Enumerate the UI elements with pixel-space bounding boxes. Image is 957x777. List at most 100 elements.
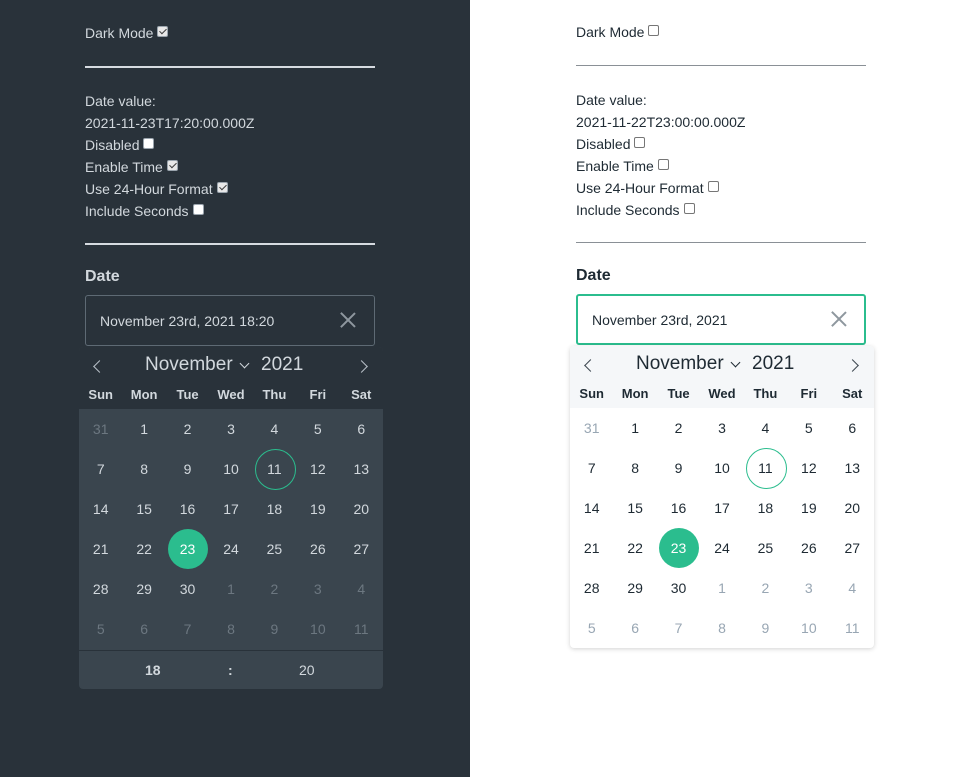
calendar-day[interactable]: 1 [613, 408, 656, 448]
calendar-day[interactable]: 3 [296, 569, 339, 609]
calendar-day[interactable]: 8 [700, 608, 743, 648]
calendar-day[interactable]: 4 [744, 408, 787, 448]
calendar-day[interactable]: 23 [657, 528, 700, 568]
calendar-day[interactable]: 31 [570, 408, 613, 448]
calendar-day[interactable]: 29 [613, 568, 656, 608]
calendar-day[interactable]: 15 [122, 489, 165, 529]
calendar-day[interactable]: 6 [122, 609, 165, 649]
dark-mode-checkbox[interactable] [157, 26, 169, 37]
calendar-day[interactable]: 4 [340, 569, 383, 609]
calendar-day[interactable]: 7 [166, 609, 209, 649]
calendar-day[interactable]: 31 [79, 409, 122, 449]
calendar-day[interactable]: 6 [613, 608, 656, 648]
calendar-day[interactable]: 3 [700, 408, 743, 448]
dark-mode-toggle[interactable]: Dark Mode [85, 25, 169, 41]
include-seconds-option[interactable]: Include Seconds [85, 203, 204, 219]
enable-time-option[interactable]: Enable Time [85, 159, 178, 175]
calendar-day[interactable]: 17 [700, 488, 743, 528]
use-24h-option[interactable]: Use 24-Hour Format [576, 180, 719, 196]
minute-input[interactable]: 20 [299, 662, 315, 678]
calendar-day[interactable]: 19 [296, 489, 339, 529]
calendar-day[interactable]: 2 [253, 569, 296, 609]
calendar-day[interactable]: 10 [209, 449, 252, 489]
calendar-day[interactable]: 27 [831, 528, 874, 568]
prev-month-icon[interactable] [582, 358, 596, 372]
calendar-day[interactable]: 6 [831, 408, 874, 448]
calendar-day[interactable]: 13 [831, 448, 874, 488]
calendar-day[interactable]: 5 [787, 408, 830, 448]
use-24h-checkbox[interactable] [707, 181, 719, 192]
calendar-day[interactable]: 12 [296, 449, 339, 489]
calendar-day[interactable]: 11 [253, 449, 297, 490]
calendar-day[interactable]: 5 [570, 608, 613, 648]
next-month-icon[interactable] [357, 359, 371, 373]
calendar-day[interactable]: 4 [831, 568, 874, 608]
calendar-day[interactable]: 7 [657, 608, 700, 648]
include-seconds-checkbox[interactable] [683, 203, 695, 214]
calendar-day[interactable]: 24 [700, 528, 743, 568]
calendar-day[interactable]: 4 [253, 409, 296, 449]
calendar-day[interactable]: 8 [122, 449, 165, 489]
calendar-day[interactable]: 10 [296, 609, 339, 649]
calendar-day[interactable]: 14 [570, 488, 613, 528]
prev-month-icon[interactable] [91, 359, 105, 373]
calendar-day[interactable]: 12 [787, 448, 830, 488]
calendar-day[interactable]: 26 [296, 529, 339, 569]
calendar-day[interactable]: 13 [340, 449, 383, 489]
calendar-day[interactable]: 20 [831, 488, 874, 528]
calendar-day[interactable]: 1 [122, 409, 165, 449]
hour-input[interactable]: 18 [145, 662, 161, 678]
calendar-day[interactable]: 16 [657, 488, 700, 528]
calendar-day[interactable]: 9 [166, 449, 209, 489]
disabled-checkbox[interactable] [143, 138, 155, 149]
date-input[interactable]: November 23rd, 2021 18:20 [85, 295, 375, 346]
year-input[interactable]: 2021 [752, 353, 794, 375]
disabled-option[interactable]: Disabled [85, 137, 155, 153]
calendar-day[interactable]: 7 [570, 448, 613, 488]
calendar-day[interactable]: 18 [744, 488, 787, 528]
calendar-day[interactable]: 10 [700, 448, 743, 488]
calendar-day[interactable]: 8 [613, 448, 656, 488]
date-input[interactable]: November 23rd, 2021 [576, 294, 866, 345]
use-24h-option[interactable]: Use 24-Hour Format [85, 181, 228, 197]
calendar-day[interactable]: 25 [253, 529, 296, 569]
dark-mode-toggle[interactable]: Dark Mode [576, 24, 660, 40]
calendar-day[interactable]: 9 [657, 448, 700, 488]
calendar-day[interactable]: 19 [787, 488, 830, 528]
calendar-day[interactable]: 3 [209, 409, 252, 449]
calendar-day[interactable]: 14 [79, 489, 122, 529]
enable-time-checkbox[interactable] [166, 160, 178, 171]
calendar-day[interactable]: 5 [79, 609, 122, 649]
calendar-day[interactable]: 2 [166, 409, 209, 449]
month-select[interactable]: November [636, 353, 741, 375]
include-seconds-checkbox[interactable] [192, 204, 204, 215]
calendar-day[interactable]: 30 [657, 568, 700, 608]
year-input[interactable]: 2021 [261, 354, 303, 376]
calendar-day[interactable]: 9 [744, 608, 787, 648]
calendar-day[interactable]: 22 [613, 528, 656, 568]
calendar-day[interactable]: 15 [613, 488, 656, 528]
calendar-day[interactable]: 8 [209, 609, 252, 649]
calendar-day[interactable]: 29 [122, 569, 165, 609]
dark-mode-checkbox[interactable] [648, 25, 660, 36]
calendar-day[interactable]: 23 [166, 529, 209, 569]
include-seconds-option[interactable]: Include Seconds [576, 202, 695, 218]
calendar-day[interactable]: 18 [253, 489, 296, 529]
calendar-day[interactable]: 1 [209, 569, 252, 609]
calendar-day[interactable]: 21 [79, 529, 122, 569]
calendar-day[interactable]: 11 [744, 448, 788, 489]
calendar-day[interactable]: 2 [657, 408, 700, 448]
calendar-day[interactable]: 25 [744, 528, 787, 568]
clear-icon[interactable] [831, 311, 847, 327]
calendar-day[interactable]: 3 [787, 568, 830, 608]
calendar-day[interactable]: 1 [700, 568, 743, 608]
calendar-day[interactable]: 16 [166, 489, 209, 529]
disabled-checkbox[interactable] [634, 137, 646, 148]
clear-icon[interactable] [340, 312, 356, 328]
disabled-option[interactable]: Disabled [576, 136, 646, 152]
calendar-day[interactable]: 11 [340, 609, 383, 649]
calendar-day[interactable]: 6 [340, 409, 383, 449]
calendar-day[interactable]: 27 [340, 529, 383, 569]
calendar-day[interactable]: 21 [570, 528, 613, 568]
calendar-day[interactable]: 7 [79, 449, 122, 489]
